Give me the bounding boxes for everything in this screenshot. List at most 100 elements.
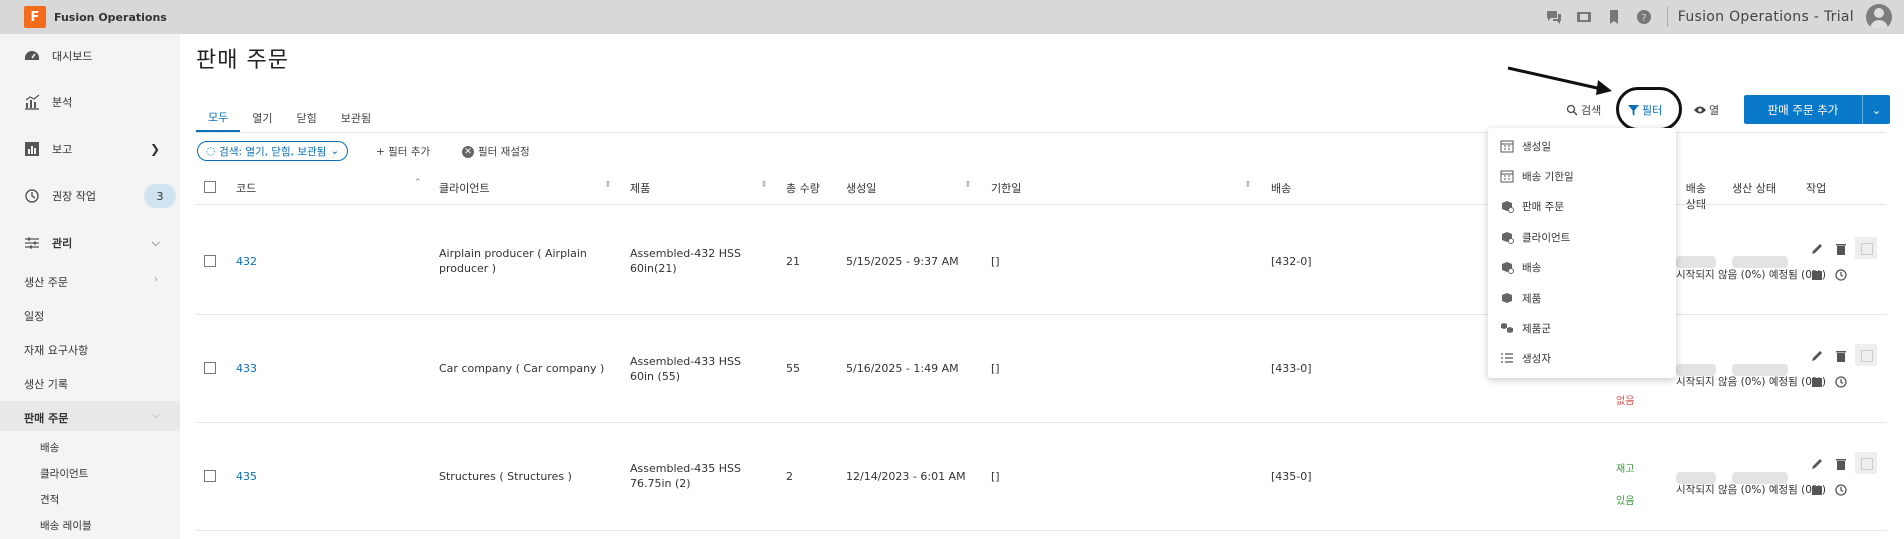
chevron-down-icon[interactable]: ⌄ bbox=[1862, 95, 1890, 124]
chat-icon[interactable] bbox=[1539, 0, 1569, 34]
count-badge: 3 bbox=[144, 184, 176, 208]
filter-option-creator[interactable]: 생성자 bbox=[1488, 343, 1676, 373]
filter-option-shipping-due[interactable]: 배송 기한일 bbox=[1488, 161, 1676, 191]
tab-archived[interactable]: 보관됨 bbox=[329, 104, 383, 132]
add-filter-button[interactable]: + 필터 추가 bbox=[376, 144, 430, 159]
app-logo[interactable]: F bbox=[24, 6, 46, 28]
sidebar-item-recommended[interactable]: 권장 작업 3 bbox=[0, 184, 180, 208]
row-created: 5/15/2025 - 9:37 AM bbox=[846, 255, 959, 268]
column-header-product[interactable]: 제품 bbox=[630, 180, 650, 196]
archive-icon[interactable] bbox=[1810, 483, 1824, 497]
eye-icon bbox=[1694, 106, 1706, 114]
row-divider bbox=[196, 422, 1886, 423]
sidebar-item-shipping-labels[interactable]: 배송 레이블 bbox=[40, 518, 92, 533]
film-icon[interactable] bbox=[1569, 0, 1599, 34]
sidebar-item-schedule[interactable]: 일정 bbox=[24, 308, 44, 324]
sidebar-item-sales-orders[interactable]: 판매 주문 bbox=[24, 410, 68, 426]
active-filter-chip[interactable]: ◌ 검색: 열기, 닫힘, 보관됨 ⌄ bbox=[197, 141, 349, 161]
row-due: [] bbox=[991, 255, 1000, 268]
history-icon bbox=[24, 188, 40, 204]
sidebar-item-production-records[interactable]: 생산 기록 bbox=[24, 376, 68, 392]
column-header-shipping[interactable]: 배송 bbox=[1271, 180, 1291, 196]
sidebar-item-label: 관리 bbox=[52, 237, 73, 250]
reset-filter-label: 필터 재설정 bbox=[478, 146, 530, 158]
sidebar-item-report[interactable]: 보고 ❯ bbox=[0, 137, 180, 161]
bookmark-icon[interactable] bbox=[1599, 0, 1629, 34]
column-header-client[interactable]: 클라이언트 bbox=[439, 180, 490, 196]
history-icon[interactable] bbox=[1834, 483, 1848, 497]
row-code-link[interactable]: 432 bbox=[236, 254, 257, 269]
tab-closed[interactable]: 닫힘 bbox=[285, 104, 329, 132]
row-select-box[interactable] bbox=[1855, 344, 1877, 366]
sort-icon[interactable]: ⬍ bbox=[964, 180, 972, 190]
filter-option-client[interactable]: 클라이언트 bbox=[1488, 222, 1676, 252]
calendar-icon bbox=[1500, 139, 1514, 153]
avatar[interactable] bbox=[1866, 4, 1892, 30]
filter-option-product-group[interactable]: 제품군 bbox=[1488, 313, 1676, 343]
history-icon[interactable] bbox=[1834, 375, 1848, 389]
delete-icon[interactable] bbox=[1834, 242, 1848, 256]
columns-label: 열 bbox=[1709, 104, 1720, 117]
filter-option-sales-order[interactable]: 판매 주문 bbox=[1488, 191, 1676, 221]
production-status-bar bbox=[1732, 256, 1788, 268]
sidebar-item-label: 대시보드 bbox=[52, 50, 93, 63]
row-checkbox[interactable] bbox=[204, 255, 216, 267]
search-button[interactable]: 검색 bbox=[1566, 102, 1601, 118]
reset-filter-button[interactable]: ✕ 필터 재설정 bbox=[462, 144, 530, 159]
filter-option-created-date[interactable]: 생성일 bbox=[1488, 131, 1676, 161]
filter-option-label: 판매 주문 bbox=[1522, 200, 1564, 213]
tab-open[interactable]: 열기 bbox=[240, 104, 284, 132]
sidebar-item-dashboard[interactable]: 대시보드 bbox=[0, 44, 180, 68]
sidebar-item-analytics[interactable]: 분석 bbox=[0, 90, 180, 114]
delete-icon[interactable] bbox=[1834, 349, 1848, 363]
row-select-box[interactable] bbox=[1855, 452, 1877, 474]
sidebar-item-material-requirements[interactable]: 자재 요구사항 bbox=[24, 342, 88, 358]
edit-icon[interactable] bbox=[1810, 457, 1824, 471]
chevron-down-icon: ⌵ bbox=[152, 410, 160, 421]
sidebar-item-manage[interactable]: 관리 ⌵ bbox=[0, 231, 180, 255]
column-header-created[interactable]: 생성일 bbox=[846, 180, 876, 196]
row-checkbox[interactable] bbox=[204, 362, 216, 374]
columns-button[interactable]: 열 bbox=[1694, 102, 1719, 118]
row-status-text: 시작되지 않음 (0%) 예정됨 (0%) bbox=[1676, 269, 1826, 281]
add-sales-order-button[interactable]: 판매 주문 추가 ⌄ bbox=[1744, 95, 1890, 124]
sidebar-item-shipping[interactable]: 배송 bbox=[40, 440, 59, 455]
select-all-checkbox[interactable] bbox=[204, 181, 216, 193]
list-icon bbox=[1500, 351, 1514, 365]
archive-icon[interactable] bbox=[1810, 375, 1824, 389]
sidebar-item-clients[interactable]: 클라이언트 bbox=[40, 466, 88, 481]
column-header-code[interactable]: 코드 bbox=[236, 180, 256, 196]
column-header-shipping-status[interactable]: 배송 상태 bbox=[1676, 180, 1706, 212]
row-select-box[interactable] bbox=[1855, 237, 1877, 259]
row-product: Assembled-435 HSS 76.75in (2) bbox=[630, 462, 741, 490]
sort-icon[interactable]: ⬍ bbox=[1244, 180, 1252, 190]
column-header-due[interactable]: 기한일 bbox=[991, 180, 1021, 196]
filter-option-shipping[interactable]: 배송 bbox=[1488, 252, 1676, 282]
sort-icon[interactable]: ⬍ bbox=[604, 180, 612, 190]
stock-status-label: 재고 bbox=[1616, 464, 1635, 475]
column-header-production-status[interactable]: 생산 상태 bbox=[1732, 180, 1776, 196]
delete-icon[interactable] bbox=[1834, 457, 1848, 471]
sidebar-item-production-orders[interactable]: 생산 주문 bbox=[24, 274, 68, 290]
dashboard-icon bbox=[24, 48, 40, 64]
filter-option-product[interactable]: 제품 bbox=[1488, 283, 1676, 313]
edit-icon[interactable] bbox=[1810, 349, 1824, 363]
close-icon: ✕ bbox=[462, 145, 474, 158]
help-icon[interactable]: ? bbox=[1629, 0, 1659, 34]
row-checkbox[interactable] bbox=[204, 470, 216, 482]
plus-icon: + bbox=[376, 146, 389, 158]
spinner-icon: ◌ bbox=[206, 145, 216, 157]
history-icon[interactable] bbox=[1834, 268, 1848, 282]
row-quantity: 21 bbox=[786, 255, 800, 268]
tab-all[interactable]: 모두 bbox=[196, 104, 241, 132]
row-quantity: 2 bbox=[786, 470, 793, 483]
edit-icon[interactable] bbox=[1810, 242, 1824, 256]
sort-asc-icon[interactable]: ⌃ bbox=[414, 178, 422, 188]
row-code-link[interactable]: 433 bbox=[236, 361, 257, 376]
sidebar-item-quotes[interactable]: 견적 bbox=[40, 492, 59, 507]
archive-icon[interactable] bbox=[1810, 268, 1824, 282]
row-code-link[interactable]: 435 bbox=[236, 469, 257, 484]
sort-icon[interactable]: ⬍ bbox=[760, 180, 768, 190]
column-header-quantity[interactable]: 총 수량 bbox=[786, 180, 820, 196]
search-label: 검색 bbox=[1581, 104, 1602, 117]
